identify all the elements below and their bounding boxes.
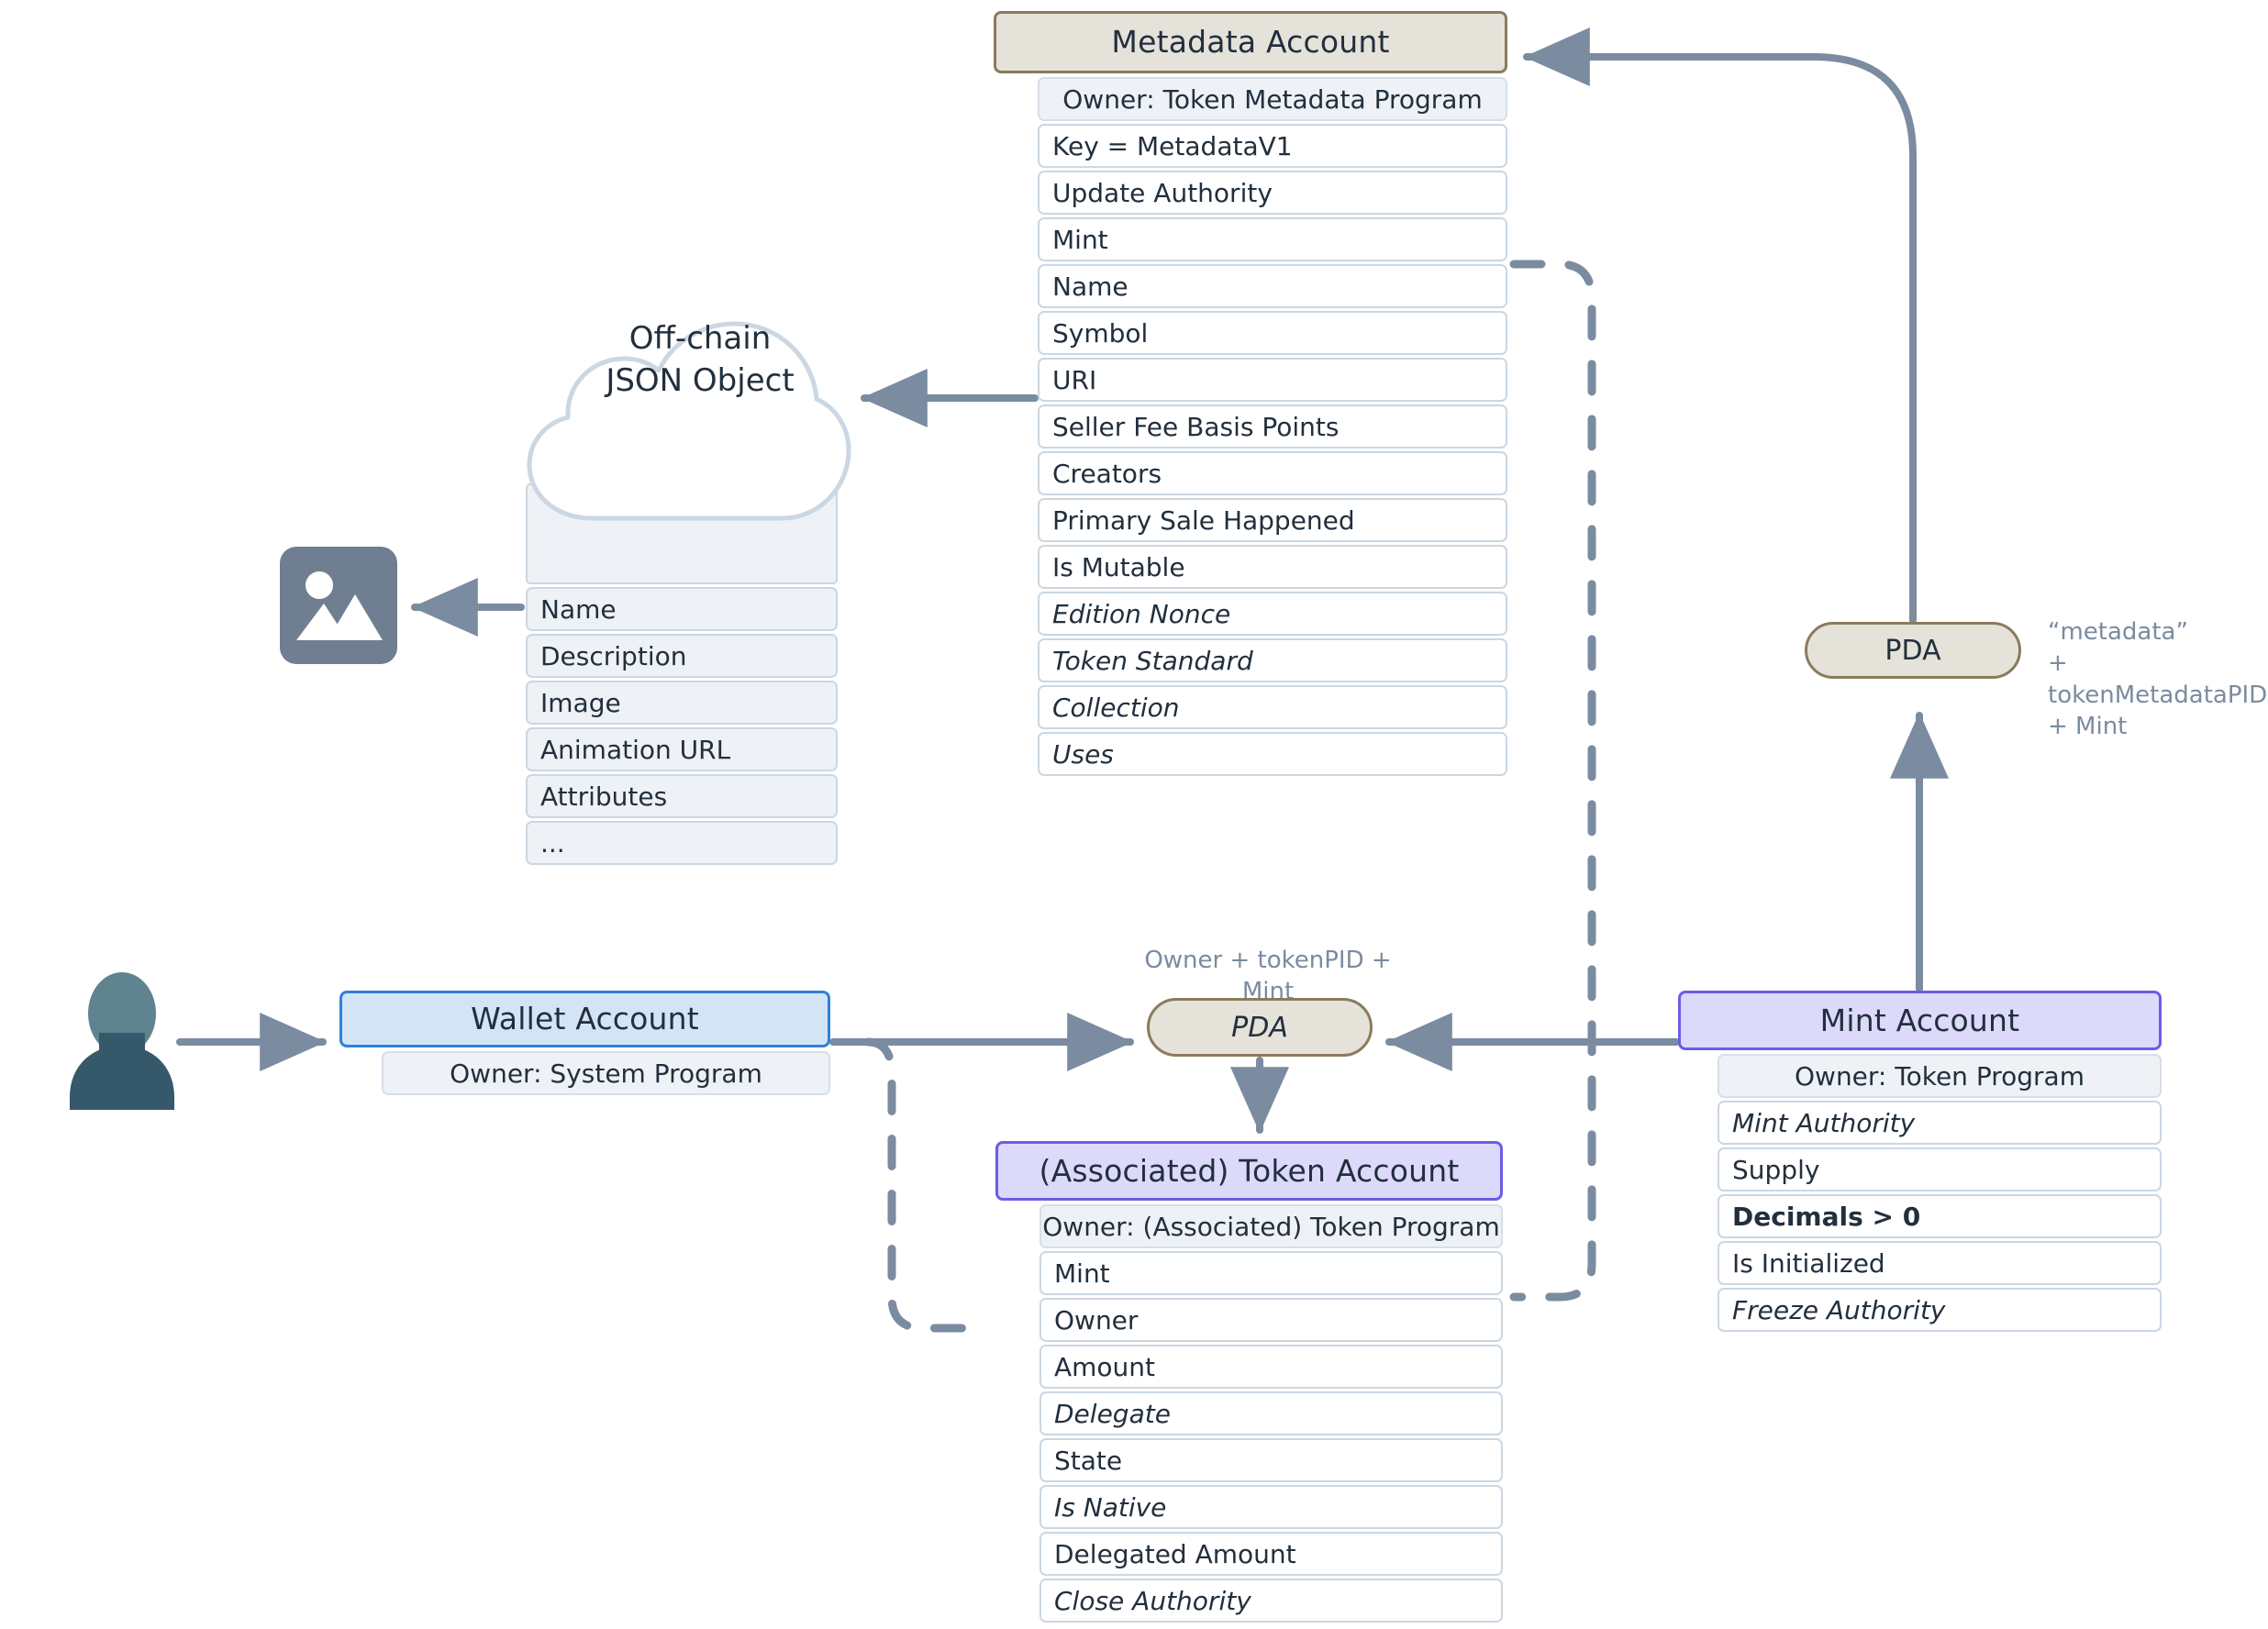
mint-field-supply: Supply	[1718, 1147, 2162, 1191]
pda-token-node[interactable]: PDA	[1147, 998, 1373, 1057]
token-field-amount: Amount	[1040, 1345, 1503, 1389]
offchain-field-attributes: Attributes	[526, 774, 838, 818]
offchain-field-ellipsis: ...	[526, 821, 838, 865]
offchain-title: Off-chain JSON Object	[526, 318, 874, 403]
metadata-field-uri: URI	[1038, 358, 1507, 402]
mint-field-is-initialized: Is Initialized	[1718, 1241, 2162, 1285]
token-field-owner: Owner	[1040, 1298, 1503, 1342]
token-account-owner-row: Owner: (Associated) Token Program	[1040, 1204, 1503, 1248]
token-field-delegated-amount: Delegated Amount	[1040, 1532, 1503, 1576]
mint-field-decimals: Decimals > 0	[1718, 1194, 2162, 1238]
offchain-fields: Name Description Image Animation URL Att…	[526, 587, 838, 865]
metadata-account-fields: Owner: Token Metadata Program Key = Meta…	[1038, 77, 1507, 776]
token-account-card[interactable]: (Associated) Token Account Owner: (Assoc…	[995, 1141, 1503, 1623]
wallet-account-card[interactable]: Wallet Account Owner: System Program	[339, 991, 830, 1095]
pda-metadata-seeds-label: “metadata” + tokenMetadataPID + Mint	[2048, 618, 2268, 740]
offchain-field-animation-url: Animation URL	[526, 727, 838, 771]
offchain-json-card[interactable]: Off-chain JSON Object Name Description I…	[526, 320, 851, 865]
diagram-canvas: Metadata Account Owner: Token Metadata P…	[0, 0, 2268, 1629]
offchain-field-image: Image	[526, 681, 838, 725]
offchain-title-line1: Off-chain	[628, 320, 772, 357]
person-icon	[70, 972, 174, 1110]
edge-dashed-mint-link	[1509, 260, 1596, 1302]
metadata-account-owner-row: Owner: Token Metadata Program	[1038, 77, 1507, 121]
metadata-field-creators: Creators	[1038, 451, 1507, 495]
offchain-field-name: Name	[526, 587, 838, 631]
metadata-field-name: Name	[1038, 264, 1507, 308]
offchain-field-description: Description	[526, 634, 838, 678]
metadata-field-seller-fee-basis-points: Seller Fee Basis Points	[1038, 404, 1507, 449]
metadata-field-is-mutable: Is Mutable	[1038, 545, 1507, 589]
token-field-mint: Mint	[1040, 1251, 1503, 1295]
metadata-account-card[interactable]: Metadata Account Owner: Token Metadata P…	[994, 11, 1507, 776]
token-account-fields: Owner: (Associated) Token Program Mint O…	[1040, 1204, 1503, 1623]
mint-field-mint-authority: Mint Authority	[1718, 1101, 2162, 1145]
edge-dashed-owner-link	[863, 1037, 988, 1333]
offchain-title-line2: JSON Object	[606, 361, 795, 399]
metadata-field-symbol: Symbol	[1038, 311, 1507, 355]
pda-metadata-node[interactable]: PDA	[1805, 622, 2021, 679]
edge-pda-metadata-to-metadata-account	[1523, 28, 1917, 624]
metadata-field-mint: Mint	[1038, 217, 1507, 261]
token-field-delegate: Delegate	[1040, 1391, 1503, 1435]
metadata-field-edition-nonce: Edition Nonce	[1038, 592, 1507, 636]
wallet-account-fields: Owner: System Program	[382, 1051, 830, 1095]
token-field-state: State	[1040, 1438, 1503, 1482]
metadata-field-token-standard: Token Standard	[1038, 638, 1507, 682]
metadata-field-collection: Collection	[1038, 685, 1507, 729]
metadata-field-uses: Uses	[1038, 732, 1507, 776]
wallet-account-owner-row: Owner: System Program	[382, 1051, 830, 1095]
mint-account-title: Mint Account	[1678, 991, 2162, 1050]
mint-account-card[interactable]: Mint Account Owner: Token Program Mint A…	[1678, 991, 2162, 1332]
mint-account-owner-row: Owner: Token Program	[1718, 1054, 2162, 1098]
token-field-is-native: Is Native	[1040, 1485, 1503, 1529]
metadata-field-key: Key = MetadataV1	[1038, 124, 1507, 168]
mint-field-freeze-authority: Freeze Authority	[1718, 1288, 2162, 1332]
image-placeholder-icon	[280, 547, 397, 664]
mint-account-fields: Owner: Token Program Mint Authority Supp…	[1718, 1054, 2162, 1332]
metadata-field-update-authority: Update Authority	[1038, 171, 1507, 215]
token-field-close-authority: Close Authority	[1040, 1579, 1503, 1623]
metadata-account-title: Metadata Account	[994, 11, 1507, 73]
token-account-title: (Associated) Token Account	[995, 1141, 1503, 1201]
wallet-account-title: Wallet Account	[339, 991, 830, 1047]
metadata-field-primary-sale-happened: Primary Sale Happened	[1038, 498, 1507, 542]
